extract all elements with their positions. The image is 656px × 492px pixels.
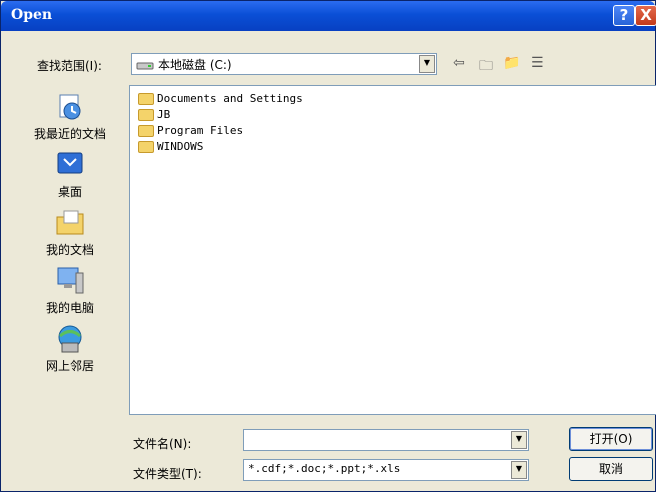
file-name: Documents and Settings	[157, 92, 303, 105]
look-in-value: 本地磁盘 (C:)	[136, 56, 232, 73]
drive-icon	[136, 62, 154, 69]
look-in-dropdown[interactable]: 本地磁盘 (C:) ▼	[131, 53, 437, 75]
my-computer-icon	[57, 267, 84, 294]
places-bar: 我最近的文档 桌面 我的文档 我的电脑 网上邻居	[23, 81, 117, 403]
file-type-label: 文件类型(T):	[133, 467, 202, 481]
folder-icon	[138, 109, 154, 121]
place-my-computer[interactable]: 我的电脑	[23, 265, 117, 316]
help-button[interactable]: ?	[613, 5, 635, 26]
look-in-text: 本地磁盘 (C:)	[158, 58, 232, 72]
cancel-button[interactable]: 取消	[569, 457, 653, 481]
dialog-title: Open	[11, 7, 53, 23]
file-list[interactable]: Documents and Settings JB Program Files …	[129, 85, 656, 415]
file-list-item[interactable]: WINDOWS	[138, 140, 203, 156]
place-network-places[interactable]: 网上邻居	[23, 323, 117, 374]
look-in-label: 查找范围(I):	[37, 59, 102, 73]
place-label: 我的电脑	[45, 301, 94, 315]
place-my-documents[interactable]: 我的文档	[23, 207, 117, 258]
file-name: WINDOWS	[157, 140, 204, 153]
place-label: 我的文档	[45, 243, 94, 257]
place-label: 网上邻居	[45, 359, 94, 373]
file-type-dropdown-arrow[interactable]: ▼	[511, 461, 527, 479]
my-documents-icon	[56, 210, 84, 235]
back-icon[interactable]: ⇦	[453, 55, 465, 71]
file-list-item[interactable]: JB	[138, 108, 170, 124]
look-in-dropdown-arrow[interactable]: ▼	[419, 55, 435, 73]
place-label: 桌面	[57, 185, 82, 199]
network-places-icon	[58, 325, 82, 353]
open-dialog: Open ? X 查找范围(I): 本地磁盘 (C:) ▼ ⇦ 🗀 📁 ☰ 我最…	[0, 0, 656, 492]
file-type-dropdown[interactable]: *.cdf;*.doc;*.ppt;*.xls ▼	[243, 459, 529, 481]
views-menu-icon[interactable]: ☰	[531, 55, 544, 71]
folder-icon	[138, 125, 154, 137]
help-icon: ?	[619, 6, 629, 24]
new-folder-icon[interactable]: 📁	[503, 55, 520, 71]
close-icon: X	[640, 6, 652, 24]
file-list-item[interactable]: Documents and Settings	[138, 92, 303, 108]
place-recent-documents[interactable]: 我最近的文档	[23, 91, 117, 142]
recent-documents-icon	[59, 94, 81, 120]
file-name-dropdown-arrow[interactable]: ▼	[511, 431, 527, 449]
file-type-value: *.cdf;*.doc;*.ppt;*.xls	[248, 462, 401, 475]
place-label: 我最近的文档	[33, 127, 106, 141]
close-button[interactable]: X	[635, 5, 656, 26]
file-list-item[interactable]: Program Files	[138, 124, 243, 140]
open-button[interactable]: 打开(O)	[569, 427, 653, 451]
file-name: Program Files	[157, 124, 244, 137]
up-folder-icon[interactable]: 🗀	[479, 55, 493, 79]
title-bar[interactable]: Open ? X	[1, 1, 656, 31]
file-name-input[interactable]: ▼	[243, 429, 529, 451]
file-name-label: 文件名(N):	[133, 437, 192, 451]
file-name: JB	[157, 108, 171, 121]
folder-icon	[138, 93, 154, 105]
place-desktop[interactable]: 桌面	[23, 149, 117, 200]
desktop-icon	[57, 152, 83, 174]
folder-icon	[138, 141, 154, 153]
